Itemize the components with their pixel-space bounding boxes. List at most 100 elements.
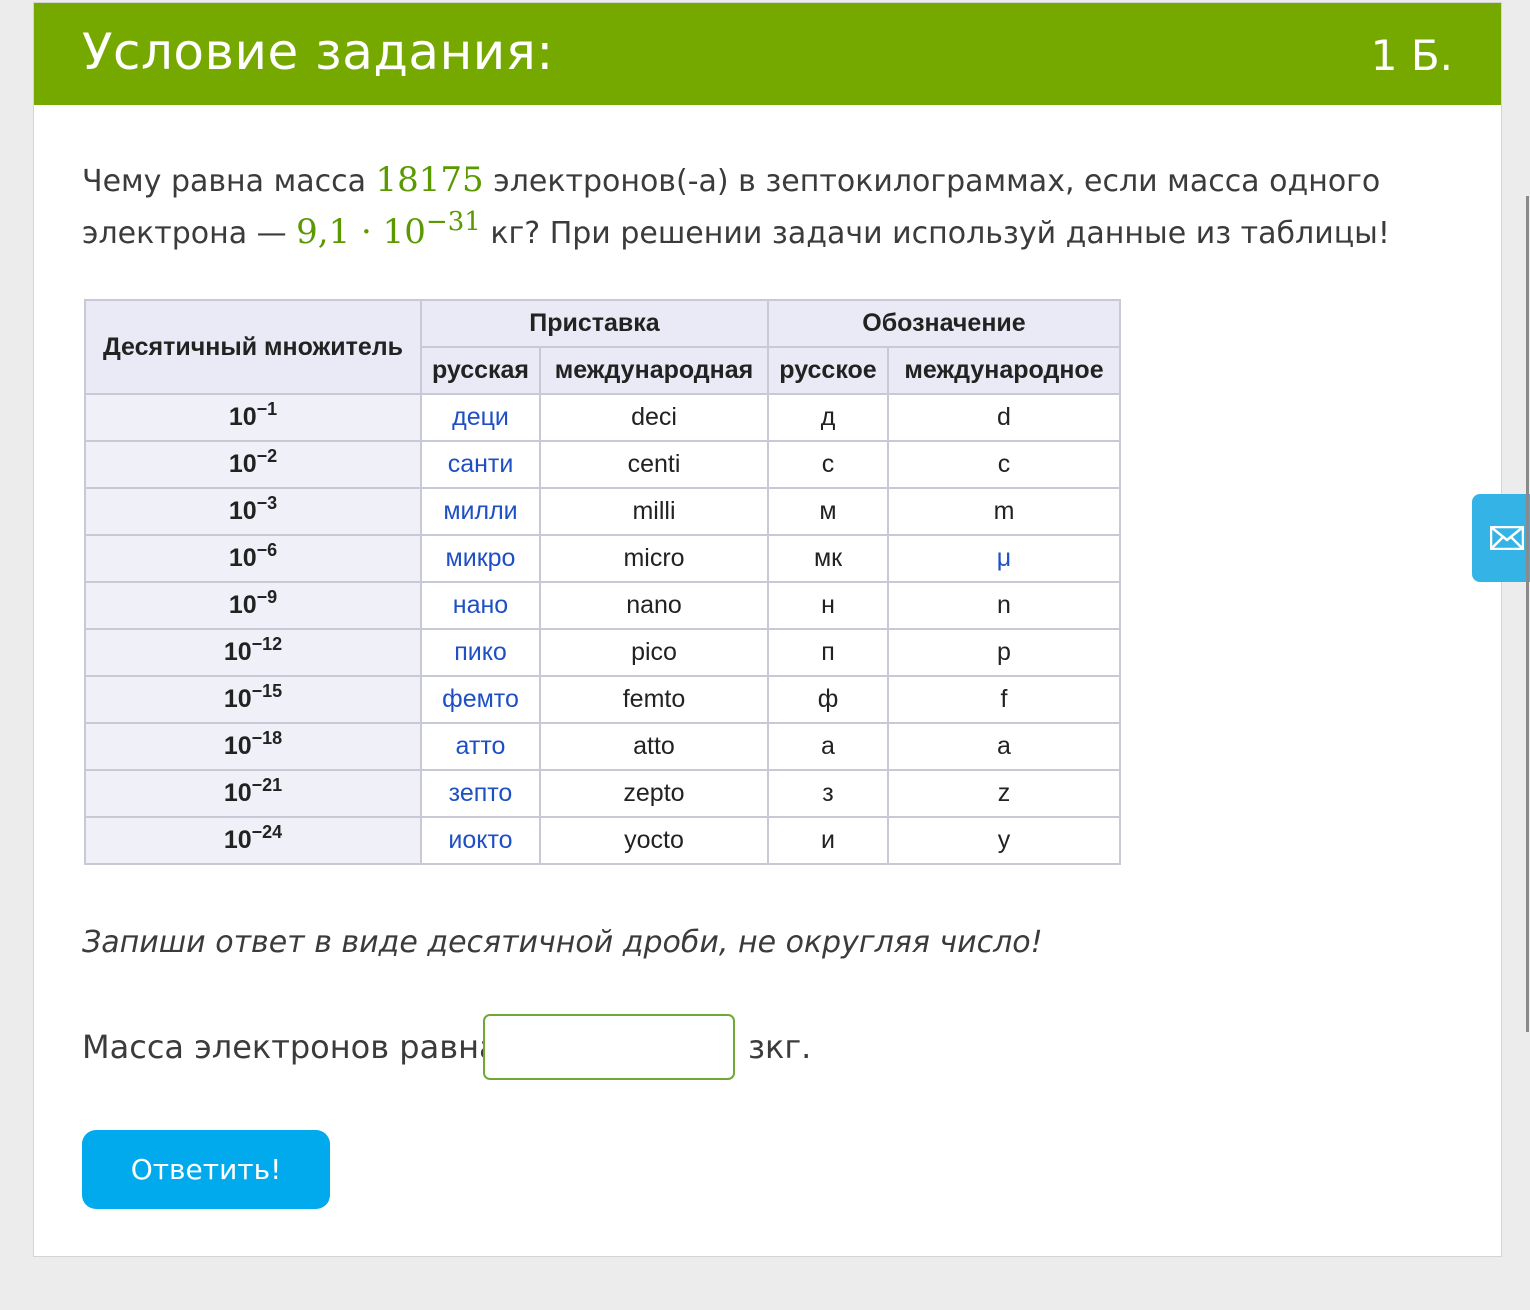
question-part1: Чему равна масса xyxy=(82,164,366,199)
prefix-intl-cell: yocto xyxy=(539,816,769,865)
multiplier-exponent: −24 xyxy=(251,822,283,842)
symbol-intl-cell: d xyxy=(887,393,1121,442)
question-part3: кг? При решении задачи используй данные … xyxy=(490,216,1390,251)
symbol-ru-cell: д xyxy=(767,393,889,442)
header-designation: Обозначение xyxy=(767,299,1121,348)
electron-mass-mantissa: 9,1 · 10 xyxy=(296,212,426,252)
symbol-intl-cell: m xyxy=(887,487,1121,536)
table-row: 10−2 санти centi с c xyxy=(84,440,1121,489)
symbol-intl-cell: n xyxy=(887,581,1121,630)
symbol-ru-cell: с xyxy=(767,440,889,489)
symbol-ru-cell: ф xyxy=(767,675,889,724)
prefix-intl-cell: pico xyxy=(539,628,769,677)
answer-label: Масса электронов равна xyxy=(82,1028,499,1066)
task-card: Условие задания: 1 Б. Чему равна масса 1… xyxy=(33,2,1502,1257)
multiplier-cell: 10−24 xyxy=(84,816,422,865)
symbol-ru-cell: мк xyxy=(767,534,889,583)
prefix-table: Десятичный множитель Приставка Обозначен… xyxy=(84,299,1121,865)
multiplier-cell: 10−9 xyxy=(84,581,422,630)
multiplier-exponent: −3 xyxy=(256,493,278,513)
symbol-ru-cell: п xyxy=(767,628,889,677)
symbol-intl-cell: μ xyxy=(887,534,1121,583)
prefix-ru-link[interactable]: микро xyxy=(420,534,541,583)
multiplier-cell: 10−15 xyxy=(84,675,422,724)
multiplier-exponent: −1 xyxy=(256,399,278,419)
prefix-ru-link[interactable]: нано xyxy=(420,581,541,630)
electron-mass: 9,1 · 10−31 xyxy=(296,209,481,252)
table-row: 10−24 иокто yocto и y xyxy=(84,816,1121,865)
symbol-ru-cell: з xyxy=(767,769,889,818)
electron-count: 18175 xyxy=(375,160,484,200)
header-desig-intl: международное xyxy=(887,346,1121,395)
multiplier-exponent: −2 xyxy=(256,446,278,466)
task-title: Условие задания: xyxy=(82,23,554,81)
header-multiplier: Десятичный множитель xyxy=(84,299,422,395)
prefix-intl-cell: zepto xyxy=(539,769,769,818)
symbol-intl-cell: z xyxy=(887,769,1121,818)
multiplier-base: 10 xyxy=(223,638,252,666)
prefix-ru-link[interactable]: зепто xyxy=(420,769,541,818)
prefix-intl-cell: deci xyxy=(539,393,769,442)
multiplier-exponent: −18 xyxy=(251,728,283,748)
prefix-ru-link[interactable]: пико xyxy=(420,628,541,677)
scrollbar[interactable] xyxy=(1526,196,1529,1032)
prefix-ru-link[interactable]: деци xyxy=(420,393,541,442)
task-header: Условие задания: 1 Б. xyxy=(34,3,1501,105)
symbol-intl-cell: y xyxy=(887,816,1121,865)
table-row: 10−3 милли milli м m xyxy=(84,487,1121,536)
multiplier-exponent: −15 xyxy=(251,681,283,701)
prefix-intl-cell: nano xyxy=(539,581,769,630)
symbol-intl-cell: c xyxy=(887,440,1121,489)
answer-input[interactable] xyxy=(483,1014,735,1080)
prefix-ru-link[interactable]: атто xyxy=(420,722,541,771)
prefix-ru-link[interactable]: санти xyxy=(420,440,541,489)
multiplier-base: 10 xyxy=(223,826,252,854)
multiplier-base: 10 xyxy=(228,403,257,431)
multiplier-cell: 10−12 xyxy=(84,628,422,677)
submit-button[interactable]: Ответить! xyxy=(82,1130,330,1209)
table-row: 10−15 фемто femto ф f xyxy=(84,675,1121,724)
prefix-intl-cell: femto xyxy=(539,675,769,724)
symbol-intl-cell: a xyxy=(887,722,1121,771)
multiplier-base: 10 xyxy=(228,497,257,525)
feedback-tab[interactable] xyxy=(1472,494,1530,582)
table-body: 10−1 деци deci д d 10−2 санти centi с c 10−3 милли m… xyxy=(84,393,1121,865)
multiplier-base: 10 xyxy=(223,685,252,713)
multiplier-cell: 10−2 xyxy=(84,440,422,489)
header-prefix-intl: международная xyxy=(539,346,769,395)
multiplier-base: 10 xyxy=(228,450,257,478)
table-row: 10−12 пико pico п p xyxy=(84,628,1121,677)
multiplier-base: 10 xyxy=(223,732,252,760)
prefix-intl-cell: micro xyxy=(539,534,769,583)
header-prefix-ru: русская xyxy=(420,346,541,395)
symbol-intl-cell: p xyxy=(887,628,1121,677)
multiplier-cell: 10−6 xyxy=(84,534,422,583)
symbol-ru-cell: а xyxy=(767,722,889,771)
symbol-ru-cell: м xyxy=(767,487,889,536)
answer-unit: зкг. xyxy=(748,1028,812,1066)
header-prefix: Приставка xyxy=(420,299,769,348)
multiplier-base: 10 xyxy=(223,779,252,807)
multiplier-exponent: −21 xyxy=(251,775,283,795)
prefix-ru-link[interactable]: фемто xyxy=(420,675,541,724)
symbol-ru-cell: и xyxy=(767,816,889,865)
table-row: 10−18 атто atto а a xyxy=(84,722,1121,771)
multiplier-cell: 10−18 xyxy=(84,722,422,771)
table-row: 10−21 зепто zepto з z xyxy=(84,769,1121,818)
multiplier-base: 10 xyxy=(228,591,257,619)
header-desig-ru: русское xyxy=(767,346,889,395)
prefix-ru-link[interactable]: милли xyxy=(420,487,541,536)
table-row: 10−6 микро micro мк μ xyxy=(84,534,1121,583)
instruction-text: Запиши ответ в виде десятичной дроби, не… xyxy=(82,925,1043,960)
symbol-intl-cell: f xyxy=(887,675,1121,724)
prefix-ru-link[interactable]: иокто xyxy=(420,816,541,865)
prefix-intl-cell: milli xyxy=(539,487,769,536)
envelope-icon xyxy=(1490,526,1524,550)
multiplier-exponent: −9 xyxy=(256,587,278,607)
table-row: 10−1 деци deci д d xyxy=(84,393,1121,442)
table-row: 10−9 нано nano н n xyxy=(84,581,1121,630)
prefix-intl-cell: atto xyxy=(539,722,769,771)
electron-mass-exponent: −31 xyxy=(425,207,481,237)
prefix-intl-cell: centi xyxy=(539,440,769,489)
question-text: Чему равна масса 18175 электронов(-а) в … xyxy=(82,155,1422,259)
